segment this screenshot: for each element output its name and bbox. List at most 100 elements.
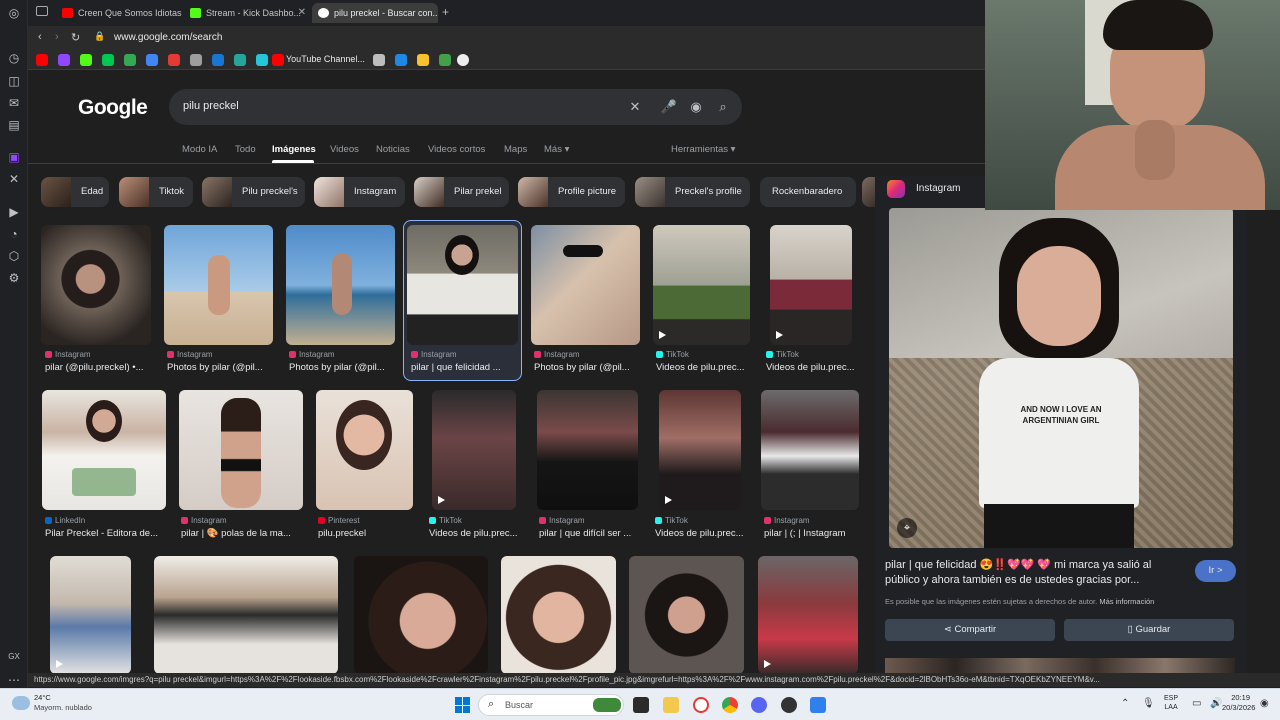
reload-icon[interactable]: ↻ [71,31,80,44]
opera-icon[interactable] [693,697,709,713]
windows-start-icon[interactable] [455,697,471,713]
chip-profile-picture[interactable]: Profile picture [518,177,625,207]
chip-preckels-profile[interactable]: Preckel's profile [635,177,750,207]
search-box[interactable]: pilu preckel ✕ 🎤 ◉ ⌕ [169,89,742,125]
chevron-up-icon[interactable]: ⌃ [1121,698,1129,709]
chip-pilar-prekel[interactable]: Pilar prekel [414,177,509,207]
search-input[interactable]: pilu preckel [183,100,239,112]
message-icon[interactable]: ✉ [6,95,22,111]
d-icon[interactable] [102,54,114,66]
obs-icon[interactable] [781,697,797,713]
cube-icon[interactable]: ⬡ [6,248,22,264]
app-icon[interactable] [373,54,385,66]
save-button[interactable]: ▯ Guardar [1064,619,1234,641]
bag-icon[interactable]: ◫ [6,73,22,89]
tab-mas[interactable]: Más ▾ [544,144,569,155]
forward-icon[interactable]: › [55,31,59,43]
chip-edad[interactable]: Edad [41,177,109,207]
gx-icon[interactable]: GX [6,649,22,665]
clock[interactable]: 20:19 20/3/2026 [1222,693,1255,713]
youtube-icon[interactable] [36,54,48,66]
url-field[interactable]: www.google.com/search [114,32,222,43]
clock-icon[interactable]: ◔ [6,226,22,242]
result-image[interactable] [316,390,413,510]
notes-icon[interactable]: ▤ [6,117,22,133]
chrome-icon[interactable] [722,697,738,713]
result-image[interactable] [531,225,640,345]
result-title[interactable]: pilar | 🎨 polas de la ma... [181,528,301,539]
monitor-icon[interactable]: ▭ [1192,698,1201,709]
preview-source[interactable]: Instagram [916,183,960,194]
chip-instagram[interactable]: Instagram [314,177,405,207]
chip-pilu-preckels[interactable]: Pilu preckel's [202,177,305,207]
more-info-link[interactable]: Más información [1099,597,1154,606]
result-image[interactable] [770,225,852,345]
edge-icon[interactable] [212,54,224,66]
browser-logo-icon[interactable]: ◎ [6,5,22,21]
chip-tiktok[interactable]: Tiktok [119,177,193,207]
result-image[interactable] [629,556,744,674]
result-image[interactable] [761,390,859,510]
tab-videos-cortos[interactable]: Videos cortos [428,144,485,155]
result-title[interactable]: Photos by pilar (@pil... [167,362,273,373]
history-icon[interactable]: ◷ [6,50,22,66]
result-image[interactable] [653,225,750,345]
mic-icon[interactable]: 🎤 [660,98,678,116]
result-image[interactable] [537,390,638,510]
result-title[interactable]: Videos de pilu.prec... [429,528,529,539]
openai-icon[interactable] [190,54,202,66]
task-view-icon[interactable] [633,697,649,713]
result-image[interactable] [179,390,303,510]
tab-todo[interactable]: Todo [235,144,256,155]
result-title[interactable]: pilu.preckel [318,528,413,539]
more-icon[interactable]: ⋯ [6,672,22,688]
kick-icon[interactable] [80,54,92,66]
result-image[interactable] [154,556,338,674]
preview-title[interactable]: pilar | que felicidad 😍‼️💖💖 💖 mi marca y… [885,558,1185,588]
taskbar-search[interactable]: ⌕ Buscar [478,694,624,716]
app-icon[interactable] [457,54,469,66]
app-icon[interactable] [146,54,158,66]
x-icon[interactable]: ✕ [6,171,22,187]
result-image[interactable] [42,390,166,510]
weather-desc[interactable]: Mayorm. nublado [34,703,92,712]
tab-imagenes[interactable]: Imágenes [272,144,316,155]
play-icon[interactable] [439,54,451,66]
result-title[interactable]: pilar (@pilu.preckel) •... [45,362,151,373]
result-image[interactable] [758,556,858,674]
result-title[interactable]: Videos de pilu.prec... [766,362,862,373]
related-thumbnails[interactable] [885,658,1235,674]
result-title[interactable]: Videos de pilu.prec... [655,528,755,539]
weather-temp[interactable]: 24°C [34,693,51,702]
result-image[interactable] [41,225,151,345]
result-image[interactable] [432,390,516,510]
app-icon[interactable] [810,697,826,713]
app-icon[interactable] [256,54,268,66]
tab-modo-ia[interactable]: Modo IA [182,144,217,155]
lens-search-icon[interactable]: ⌖ [897,518,917,538]
google-logo[interactable]: Google [78,96,148,120]
result-title[interactable]: Photos by pilar (@pil... [534,362,644,373]
result-title[interactable]: pilar | que felicidad ... [411,362,517,373]
search-icon[interactable]: ⌕ [714,98,732,116]
tools-button[interactable]: Herramientas ▾ [671,144,735,155]
result-image[interactable] [659,390,741,510]
app-icon[interactable] [234,54,246,66]
tab-maps[interactable]: Maps [504,144,527,155]
notification-icon[interactable]: ◉ [1260,698,1269,709]
result-title[interactable]: pilar | que difícil ser ... [539,528,651,539]
tab-google[interactable]: pilu preckel - Buscar con... [312,3,438,23]
app-icon[interactable] [395,54,407,66]
lens-icon[interactable]: ◉ [687,98,705,116]
tab-menu-icon[interactable] [36,6,48,16]
play-circle-icon[interactable]: ▶ [6,204,22,220]
clear-icon[interactable]: ✕ [626,98,644,116]
discord-icon[interactable] [751,697,767,713]
music-icon[interactable] [168,54,180,66]
mic-icon[interactable]: 🎙 [1142,698,1155,709]
volume-icon[interactable]: 🔊 [1210,698,1222,709]
twitch-icon[interactable]: ▣ [6,149,22,165]
visit-button[interactable]: Ir > [1195,560,1236,582]
result-image[interactable] [501,556,616,674]
settings-icon[interactable]: ⚙ [6,270,22,286]
